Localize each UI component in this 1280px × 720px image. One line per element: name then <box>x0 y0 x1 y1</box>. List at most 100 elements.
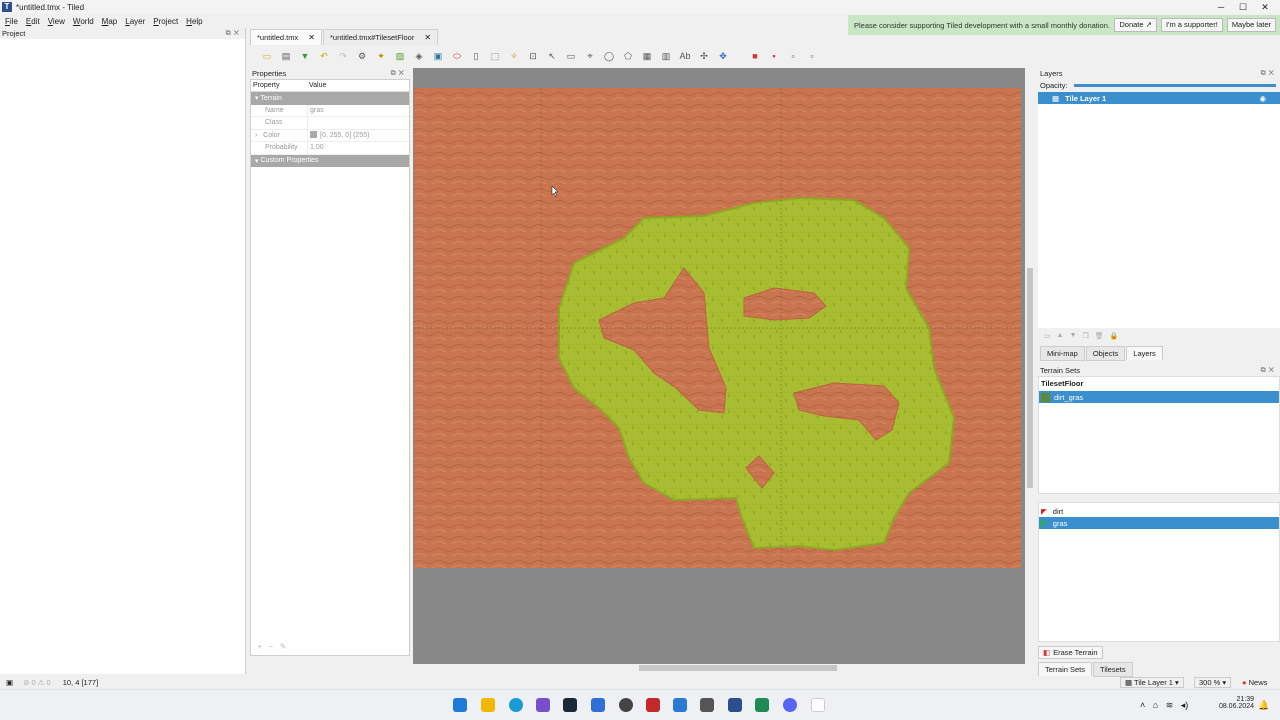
ellipse-icon[interactable]: ◯ <box>602 49 616 63</box>
visibility-eye-icon[interactable]: ◉ <box>1259 94 1266 103</box>
tab-tilesets[interactable]: Tilesets <box>1093 661 1133 677</box>
discord-icon[interactable] <box>783 698 797 712</box>
tab-layers[interactable]: Layers <box>1126 346 1163 360</box>
windows-start-icon[interactable] <box>453 698 467 712</box>
panel-float-close-icon[interactable]: ⧉✕ <box>1261 70 1277 78</box>
layer-select[interactable]: ▦ Tile Layer 1 ▾ <box>1120 677 1184 688</box>
steam-icon[interactable] <box>563 698 577 712</box>
menu-project[interactable]: Project <box>153 17 178 26</box>
zoom-select[interactable]: 300 % ▾ <box>1194 677 1232 688</box>
terrain-item-dirt[interactable]: ◤ dirt <box>1039 505 1279 517</box>
wang-fill-icon[interactable]: ▪ <box>767 49 781 63</box>
tab-terrain-sets[interactable]: Terrain Sets <box>1038 662 1093 676</box>
tab-untitled-map[interactable]: *untitled.tmx ✕ <box>250 29 322 45</box>
lower-layer-icon[interactable]: ▼ <box>1070 332 1077 339</box>
template-icon[interactable]: ▥ <box>659 49 673 63</box>
tab-mini-map[interactable]: Mini-map <box>1040 345 1085 361</box>
app-icon[interactable] <box>646 698 660 712</box>
object-select-icon[interactable]: ↖ <box>545 49 559 63</box>
maybe-later-button[interactable]: Maybe later <box>1226 18 1276 32</box>
wang-brush-icon[interactable]: ◈ <box>412 49 426 63</box>
property-row-probability[interactable]: Probability 1,00 <box>251 142 409 155</box>
supporter-button[interactable]: I'm a supporter! <box>1160 18 1223 32</box>
app-icon[interactable] <box>811 698 825 712</box>
edge-icon[interactable] <box>509 698 523 712</box>
panel-float-close-icon[interactable]: ⧉✕ <box>391 70 407 78</box>
stamp-brush-icon[interactable]: ✦ <box>374 49 388 63</box>
horizontal-scrollbar[interactable] <box>413 664 1025 672</box>
polygon-icon[interactable]: ⬠ <box>621 49 635 63</box>
app-icon[interactable] <box>536 698 550 712</box>
eraser-icon[interactable]: ▯ <box>469 49 483 63</box>
tile-map[interactable] <box>414 88 1021 568</box>
map-canvas[interactable] <box>413 68 1025 668</box>
custom-properties-group[interactable]: ▾ Custom Properties <box>251 154 409 167</box>
tab-tileset-floor[interactable]: *untitled.tmx#TilesetFloor ✕ <box>322 29 439 46</box>
shape-fill-icon[interactable]: ⬭ <box>450 49 464 63</box>
app-icon[interactable] <box>700 698 714 712</box>
tiled-icon[interactable] <box>728 698 742 712</box>
panel-float-close-icon[interactable]: ⧉✕ <box>226 30 242 38</box>
magic-wand-icon[interactable]: ✧ <box>507 49 521 63</box>
close-tab-icon[interactable]: ✕ <box>424 30 431 46</box>
property-row-class[interactable]: Class <box>251 117 409 130</box>
clock[interactable]: 21:39 08.06.2024 <box>1212 696 1254 710</box>
file-explorer-icon[interactable] <box>481 698 495 712</box>
menu-edit[interactable]: Edit <box>26 17 40 26</box>
delete-layer-icon[interactable]: 🗑 <box>1095 332 1104 340</box>
random-mode-icon[interactable]: ■ <box>748 49 762 63</box>
duplicate-layer-icon[interactable]: ❐ <box>1083 332 1089 340</box>
menu-map[interactable]: Map <box>102 17 118 26</box>
open-file-icon[interactable]: ▤ <box>279 49 293 63</box>
bucket-fill-icon[interactable]: ▣ <box>431 49 445 63</box>
vertical-scrollbar[interactable] <box>1026 68 1034 668</box>
property-row-name[interactable]: Name gras <box>251 104 409 117</box>
app-icon[interactable] <box>755 698 769 712</box>
news-button[interactable]: ● News <box>1242 678 1267 687</box>
minimize-icon[interactable]: ─ <box>1210 0 1232 14</box>
close-tab-icon[interactable]: ✕ <box>308 30 315 46</box>
flip-h-icon[interactable]: ▫ <box>786 49 800 63</box>
maximize-icon[interactable]: ☐ <box>1232 0 1254 14</box>
undo-icon[interactable]: ↶ <box>317 49 331 63</box>
menu-world[interactable]: World <box>73 17 94 26</box>
panel-toggle-icon[interactable]: ▣ <box>6 678 13 687</box>
property-row-color[interactable]: › Color [0, 255, 0] (255) <box>251 129 409 142</box>
app-icon[interactable] <box>619 698 633 712</box>
raise-layer-icon[interactable]: ▲ <box>1057 332 1064 339</box>
rect-select-icon[interactable]: ⬚ <box>488 49 502 63</box>
app-icon[interactable] <box>591 698 605 712</box>
notification-bell-icon[interactable]: 🔔 <box>1258 700 1269 711</box>
terrain-set-item[interactable]: dirt_gras <box>1039 391 1279 403</box>
vertical-scroll-thumb[interactable] <box>1027 268 1033 488</box>
add-property-icon[interactable]: + <box>257 642 262 651</box>
menu-layer[interactable]: Layer <box>125 17 145 26</box>
terrain-brush-icon[interactable]: ▨ <box>393 49 407 63</box>
rename-property-icon[interactable]: ✎ <box>280 642 287 651</box>
panel-float-close-icon[interactable]: ⧉✕ <box>1261 367 1277 375</box>
point-icon[interactable]: ⌖ <box>583 49 597 63</box>
rectangle-icon[interactable]: ▭ <box>564 49 578 63</box>
new-layer-icon[interactable]: ▭ <box>1044 332 1051 340</box>
remove-property-icon[interactable]: − <box>268 642 273 651</box>
flip-v-icon[interactable]: ▫ <box>805 49 819 63</box>
menu-view[interactable]: View <box>48 17 65 26</box>
close-icon[interactable]: ✕ <box>1254 0 1276 14</box>
new-file-icon[interactable]: ▭ <box>260 49 274 63</box>
command-icon[interactable]: ⚙ <box>355 49 369 63</box>
error-warning-icon[interactable]: ⊘ 0 ⚠ 0 <box>23 678 51 687</box>
terrain-group[interactable]: ▾ Terrain <box>251 92 409 105</box>
world-tool-icon[interactable]: ✣ <box>697 49 711 63</box>
vscode-icon[interactable] <box>673 698 687 712</box>
donate-button[interactable]: Donate ↗ <box>1114 18 1157 32</box>
text-icon[interactable]: Ab <box>678 49 692 63</box>
layer-row[interactable]: ▦ Tile Layer 1 ◉ <box>1038 92 1280 104</box>
tray-icons[interactable]: ˄ ⌂ ≋ ◂) <box>1140 700 1188 711</box>
lock-layer-icon[interactable]: 🔒 <box>1110 332 1119 340</box>
menu-help[interactable]: Help <box>186 17 202 26</box>
terrain-item-gras[interactable]: ◤ gras <box>1039 517 1279 529</box>
select-same-icon[interactable]: ⊡ <box>526 49 540 63</box>
save-icon[interactable]: ▼ <box>298 49 312 63</box>
redo-icon[interactable]: ↷ <box>336 49 350 63</box>
opacity-slider[interactable] <box>1073 83 1276 87</box>
